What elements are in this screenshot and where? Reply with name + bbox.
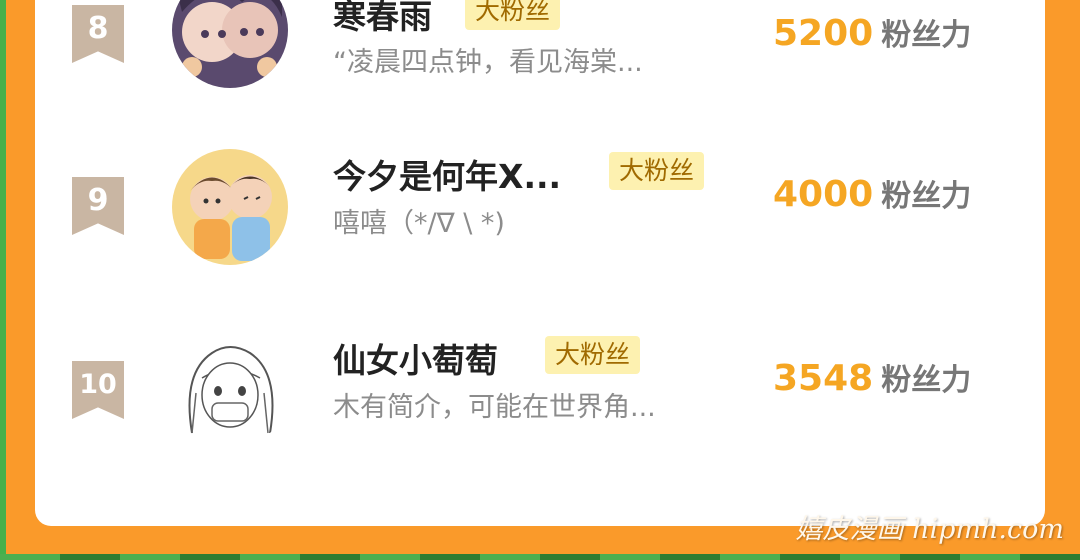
fan-description: 嘻嘻（*/∇ \ *) bbox=[333, 208, 505, 239]
score-value: 3548 bbox=[773, 358, 874, 399]
fan-row[interactable]: 8 寒春雨 大粉丝 “凌晨四点钟，看见海棠... 5200 粉丝力 bbox=[35, 0, 1045, 90]
fan-name: 仙女小萄萄 bbox=[333, 341, 498, 380]
fan-row[interactable]: 10 仙女小萄萄 大粉丝 木有简介，可能在世界角... 3548 粉丝力 bbox=[35, 328, 1045, 458]
fan-score: 4000 粉丝力 bbox=[773, 171, 971, 215]
rank-ribbon: 9 bbox=[72, 177, 124, 235]
rank-ribbon: 10 bbox=[72, 361, 124, 419]
fan-description: “凌晨四点钟，看见海棠... bbox=[333, 47, 643, 78]
fan-name: 今夕是何年X... bbox=[333, 157, 562, 196]
rank-ribbon: 8 bbox=[72, 5, 124, 63]
fan-row[interactable]: 9 今夕是何年X... 大粉丝 嘻嘻（*/∇ \ *) 4000 粉丝力 bbox=[35, 144, 1045, 274]
fan-badge: 大粉丝 bbox=[609, 152, 705, 190]
fan-name: 寒春雨 bbox=[333, 0, 432, 36]
fan-score: 3548 粉丝力 bbox=[773, 355, 971, 399]
fan-description: 木有简介，可能在世界角... bbox=[333, 392, 656, 423]
left-edge bbox=[0, 0, 6, 560]
bottom-edge bbox=[0, 554, 1080, 560]
fan-badge: 大粉丝 bbox=[465, 0, 561, 30]
score-unit: 粉丝力 bbox=[881, 363, 972, 398]
avatar[interactable] bbox=[172, 149, 288, 265]
watermark: 嬉皮漫画 hipmh.com bbox=[795, 514, 1064, 545]
avatar[interactable] bbox=[172, 0, 288, 88]
score-unit: 粉丝力 bbox=[881, 18, 972, 53]
fan-ranking-card: 8 寒春雨 大粉丝 “凌晨四点钟，看见海棠... 5200 粉丝力 9 今夕是何… bbox=[35, 0, 1045, 526]
fan-score: 5200 粉丝力 bbox=[773, 10, 971, 54]
score-unit: 粉丝力 bbox=[881, 179, 972, 214]
avatar[interactable] bbox=[172, 333, 288, 449]
fan-badge: 大粉丝 bbox=[545, 336, 641, 374]
score-value: 5200 bbox=[773, 13, 874, 54]
score-value: 4000 bbox=[773, 174, 874, 215]
